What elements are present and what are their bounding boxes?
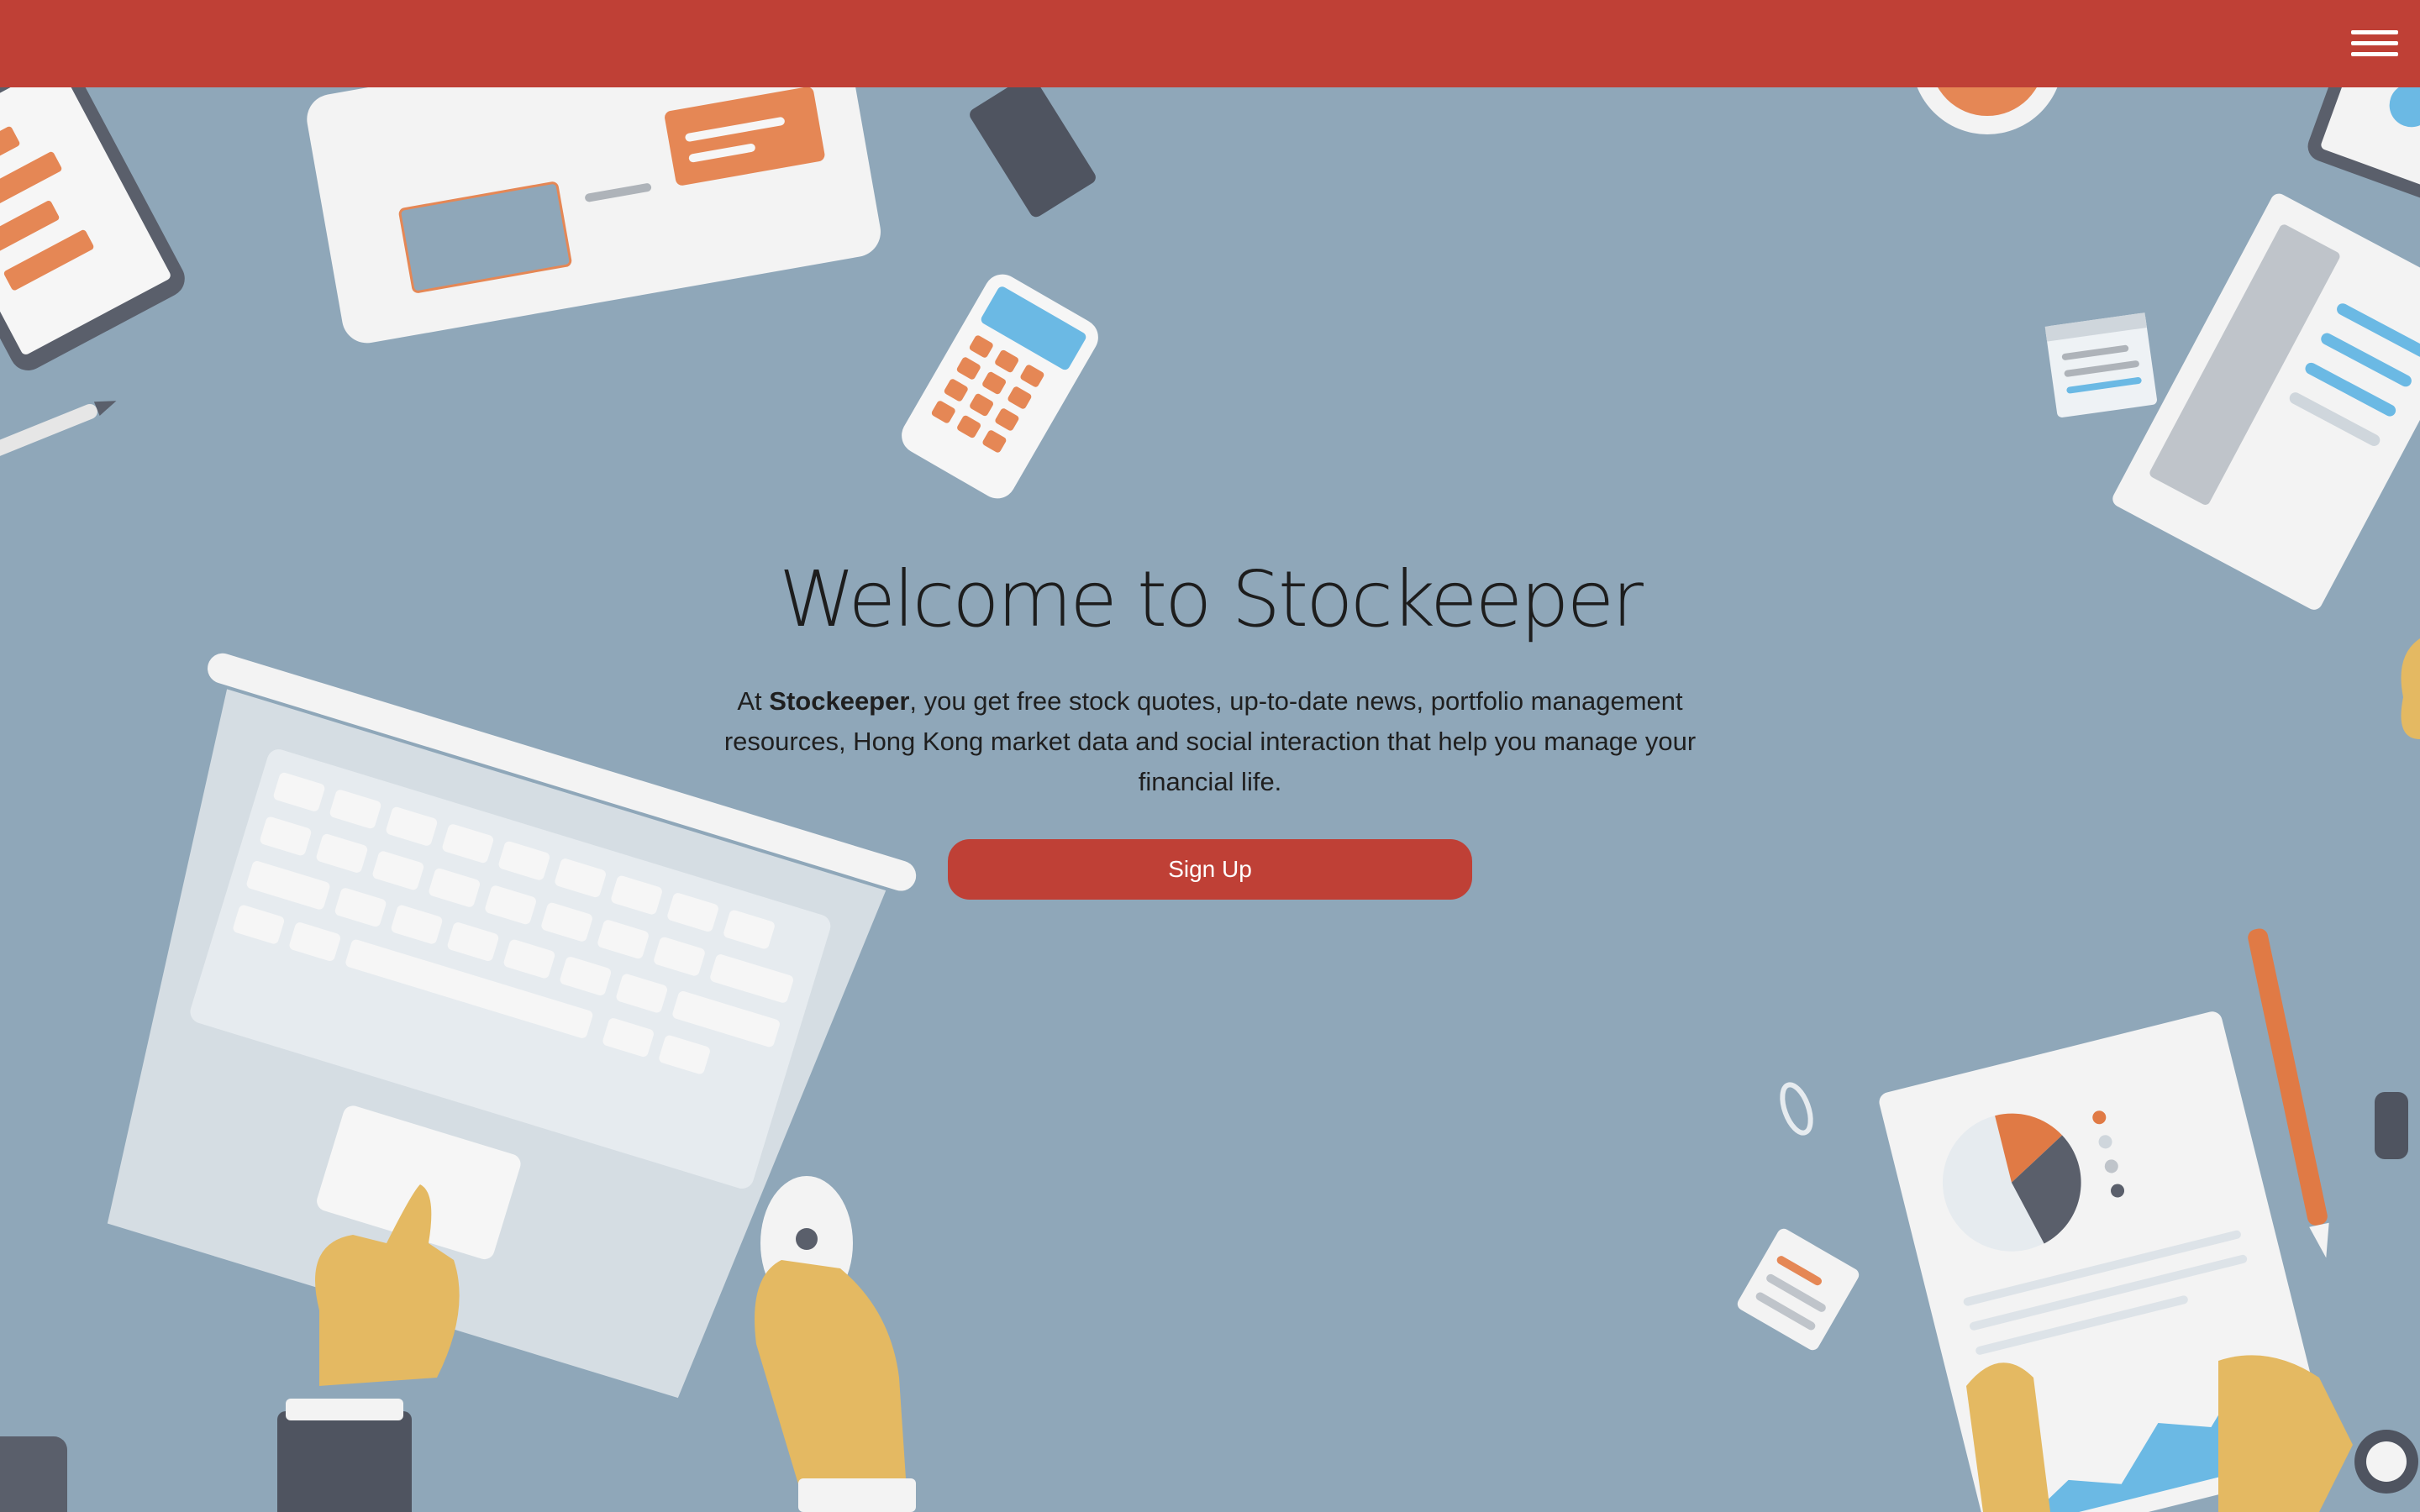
signup-button[interactable]: Sign Up bbox=[948, 839, 1472, 900]
intro-prefix: At bbox=[737, 686, 770, 716]
note-bottom bbox=[1737, 1228, 1860, 1351]
hero-title: Welcome to Stockeeper bbox=[778, 554, 1644, 644]
calculator bbox=[902, 274, 1098, 499]
tablet-top-right bbox=[2307, 87, 2420, 209]
hamburger-menu-icon[interactable] bbox=[2348, 25, 2402, 62]
document-top bbox=[307, 87, 881, 344]
intro-brand: Stockeeper bbox=[769, 686, 910, 716]
top-navbar bbox=[0, 0, 2420, 87]
hero-section: Welcome to Stockeeper At Stockeeper, you… bbox=[0, 554, 2420, 900]
menu-bar-bottom bbox=[2351, 52, 2398, 56]
phone-bottom-left bbox=[0, 1436, 67, 1512]
mouse bbox=[755, 1176, 916, 1512]
pen-left bbox=[0, 401, 117, 465]
tablet-top-left bbox=[0, 87, 185, 370]
hand-right bbox=[2218, 1355, 2353, 1512]
menu-bar-middle bbox=[2351, 41, 2398, 45]
menu-bar-top bbox=[2351, 30, 2398, 34]
note-top-right bbox=[2044, 312, 2157, 417]
ruler-top bbox=[970, 87, 1096, 218]
marker-right bbox=[2375, 1092, 2408, 1159]
paperclip bbox=[1780, 1082, 1813, 1136]
hero-intro: At Stockeeper, you get free stock quotes… bbox=[689, 681, 1731, 802]
landing-page: Welcome to Stockeeper At Stockeeper, you… bbox=[0, 0, 2420, 1512]
